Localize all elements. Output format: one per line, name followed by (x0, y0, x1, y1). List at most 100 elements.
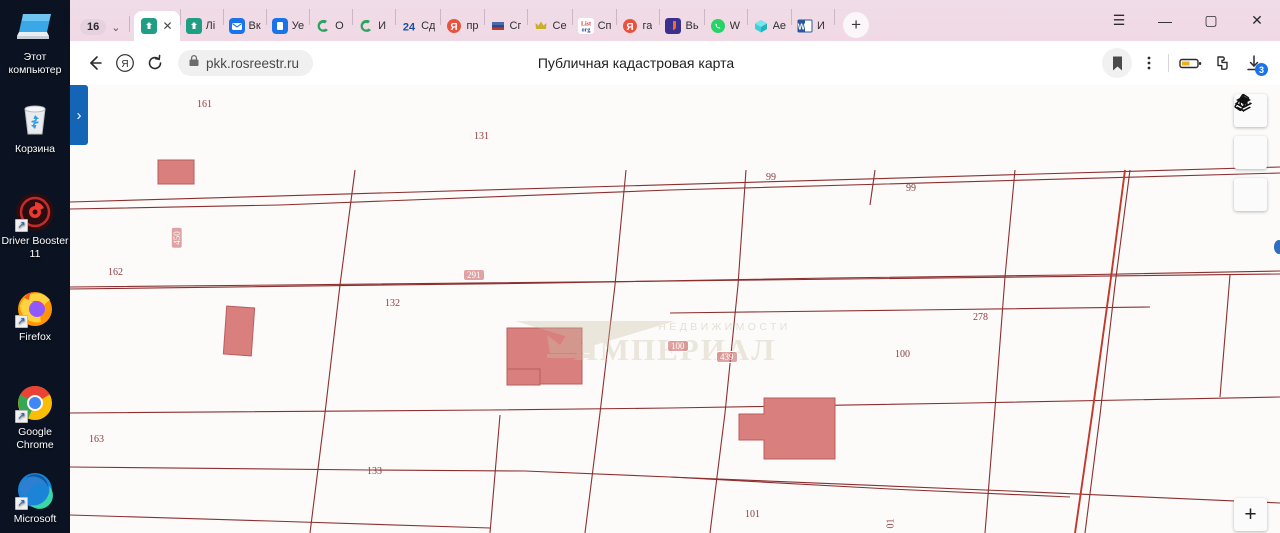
tab-item[interactable]: Вь (660, 11, 703, 41)
back-button[interactable] (80, 48, 110, 78)
window-maximize-button[interactable]: ▢ (1188, 0, 1234, 41)
listorg-icon: List org (577, 18, 594, 34)
locate-button[interactable] (1234, 94, 1267, 211)
zoom-in-button[interactable]: + (1234, 498, 1267, 531)
desktop-icon-label: Корзина (15, 143, 55, 155)
parcel-label: 99 (906, 183, 916, 194)
tab-strip: 16 ⌄ ✕ Лі Вк Уе О И 24 Сд Я пр Сг Се Lis… (70, 0, 1280, 41)
tab-label: И (817, 20, 825, 32)
browser-menu-button[interactable] (1134, 48, 1164, 78)
tab-item[interactable]: Ае (748, 11, 791, 41)
cian-icon (315, 18, 331, 34)
desktop-icon-driver-booster[interactable]: ↗ Driver Booster 11 (0, 192, 70, 260)
shortcut-arrow-icon: ↗ (15, 219, 28, 232)
tab-item[interactable]: О (310, 11, 352, 41)
mail-icon (228, 18, 245, 34)
cadastral-map-canvas[interactable]: АГЕНТСТВО НЕДВИЖИМОСТИ ИМПЕРИАЛ 161 131 … (70, 85, 1280, 533)
divider (834, 9, 836, 25)
svg-text:W: W (798, 23, 806, 32)
pkk-map-icon (185, 18, 202, 34)
desktop-icon-recycle-bin[interactable]: Корзина (0, 100, 70, 156)
tab-item[interactable]: Я пр (441, 11, 483, 41)
parcel-label: 132 (385, 298, 400, 309)
tab-item[interactable]: Сг (485, 11, 527, 41)
tab-label: Уе (291, 20, 305, 32)
yandex-icon: Я (446, 18, 462, 34)
desktop-icon-this-computer[interactable]: Этот компьютер (0, 8, 70, 76)
tab-counter[interactable]: 16 ⌄ (80, 19, 123, 35)
desktop-icon-microsoft-edge[interactable]: ↗ Microsoft (0, 470, 70, 526)
tab-item[interactable]: Вк (224, 11, 266, 41)
window-minimize-button[interactable]: — (1142, 0, 1188, 41)
parcel-label: 161 (197, 99, 212, 110)
tab-item[interactable]: Уе (267, 11, 309, 41)
svg-text:Я: Я (627, 22, 634, 33)
chevron-down-icon[interactable]: ⌄ (108, 21, 123, 34)
tab-item[interactable]: W И (792, 11, 834, 41)
sidebar-toggle-button[interactable]: › (70, 85, 88, 145)
tab-item[interactable]: Лі (181, 11, 223, 41)
building-label: 100 (667, 340, 689, 352)
parcel-label: 133 (367, 466, 382, 477)
tab-item[interactable]: List org Сп (573, 11, 617, 41)
battery-button[interactable] (1176, 48, 1206, 78)
parcel-label: 99 (766, 172, 776, 183)
word-icon: W (797, 18, 813, 34)
downloads-badge: 3 (1255, 63, 1268, 76)
bank-icon (665, 18, 682, 34)
chrome-icon: ↗ (15, 383, 55, 423)
shortcut-arrow-icon: ↗ (15, 497, 28, 510)
yandex-home-button[interactable]: Я (110, 48, 140, 78)
tab-item[interactable]: Я га (617, 11, 659, 41)
lock-icon (188, 54, 200, 72)
divider (1168, 54, 1169, 72)
downloads-button[interactable]: 3 (1240, 48, 1270, 78)
desktop-icon-label: Google Chrome (16, 426, 54, 451)
tab-label: И (378, 20, 386, 32)
tab-item[interactable]: Се (528, 11, 572, 41)
desktop-background: Этот компьютер Корзина ↗ Driver Booster … (0, 0, 70, 533)
tab-label: Сд (421, 20, 436, 32)
map-vector-layer (70, 159, 1280, 533)
edge-icon: ↗ (15, 470, 55, 510)
new-tab-button[interactable]: + (843, 12, 870, 38)
crown-icon (533, 18, 549, 34)
flag-icon (490, 18, 506, 34)
shortcut-arrow-icon: ↗ (15, 410, 28, 423)
desktop-icon-label: Driver Booster 11 (1, 235, 69, 260)
svg-text:24: 24 (403, 22, 416, 34)
window-close-button[interactable]: ✕ (1234, 0, 1280, 41)
docs-icon (271, 18, 288, 34)
desktop-icon-label: Firefox (18, 331, 52, 343)
building-label: 450 (170, 227, 183, 249)
address-bar[interactable]: pkk.rosreestr.ru Публичная кадастровая к… (178, 48, 1094, 78)
tab-item[interactable]: И (353, 11, 395, 41)
firefox-icon: ↗ (15, 288, 55, 328)
measure-button[interactable] (1234, 94, 1267, 169)
tab-item[interactable]: W (705, 11, 747, 41)
tab-label: Сг (509, 20, 522, 32)
tab-label: пр (466, 20, 479, 32)
driver-booster-icon: ↗ (15, 192, 55, 232)
tab-item[interactable]: 24 Сд (396, 11, 440, 41)
svg-text:Я: Я (121, 59, 128, 70)
parcel-label: 101 (745, 509, 760, 520)
reload-button[interactable] (140, 48, 170, 78)
url-text: pkk.rosreestr.ru (206, 55, 300, 71)
cube-icon (753, 18, 769, 34)
window-menu-button[interactable]: ☰ (1096, 0, 1142, 41)
tab-active-pkk[interactable]: ✕ (134, 11, 180, 41)
extensions-button[interactable] (1208, 48, 1238, 78)
tab-label: Вк (248, 20, 261, 32)
parcel-label: 163 (89, 434, 104, 445)
tab-label: Вь (685, 20, 699, 32)
bookmark-button[interactable] (1102, 48, 1132, 78)
desktop-icon-google-chrome[interactable]: ↗ Google Chrome (0, 383, 70, 451)
avito24-icon: 24 (401, 18, 417, 34)
desktop-icon-firefox[interactable]: ↗ Firefox (0, 288, 70, 344)
recycle-bin-icon (15, 100, 55, 140)
svg-text:Я: Я (451, 22, 458, 33)
tab-close-button[interactable]: ✕ (161, 20, 172, 32)
url-chip[interactable]: pkk.rosreestr.ru (178, 50, 314, 76)
map-tools (1234, 94, 1267, 211)
